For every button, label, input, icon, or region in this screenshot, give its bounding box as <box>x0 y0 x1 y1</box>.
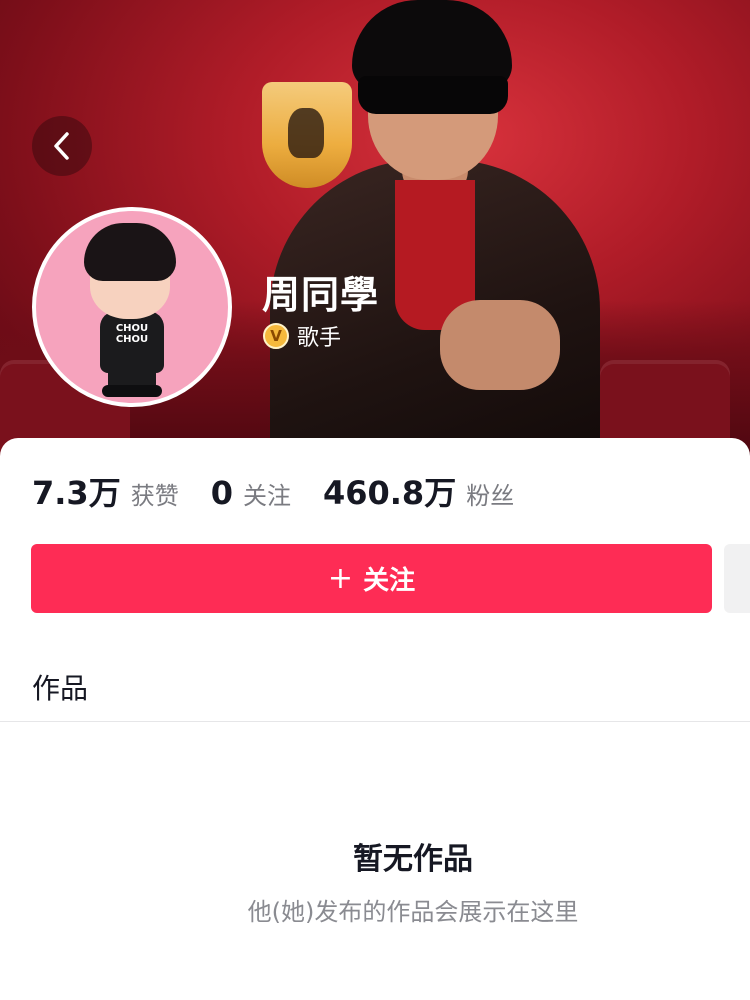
stat-following[interactable]: 0 关注 <box>211 474 291 512</box>
more-actions-button[interactable] <box>724 544 750 613</box>
avatar[interactable]: CHOU CHOU <box>32 207 232 407</box>
verified-badge-icon: V <box>263 323 289 349</box>
tab-works[interactable]: 作品 <box>32 667 88 707</box>
stat-label: 关注 <box>242 482 291 510</box>
chevron-left-icon <box>54 132 69 160</box>
follow-button[interactable]: + 关注 <box>31 544 712 613</box>
stat-likes[interactable]: 7.3万 获赞 <box>32 468 179 514</box>
stat-value: 460.8万 <box>322 474 457 512</box>
verification-row: V 歌手 <box>263 320 341 352</box>
stat-label: 粉丝 <box>466 482 515 510</box>
avatar-shirt-text: CHOU CHOU <box>115 323 149 345</box>
verification-label: 歌手 <box>297 326 342 351</box>
empty-state-title: 暂无作品 <box>353 842 473 877</box>
stat-value: 0 <box>210 474 233 512</box>
tab-divider <box>0 721 750 722</box>
plus-icon: + <box>327 560 354 596</box>
stat-followers[interactable]: 460.8万 粉丝 <box>323 468 514 514</box>
back-button[interactable] <box>32 116 92 176</box>
stat-value: 7.3万 <box>32 474 121 512</box>
stat-label: 获赞 <box>130 482 179 510</box>
empty-state-subtitle: 他(她)发布的作品会展示在这里 <box>247 898 579 926</box>
follow-label: 关注 <box>363 566 416 596</box>
profile-name: 周同學 <box>262 273 380 317</box>
banner-photo-person <box>260 0 620 460</box>
profile-stats: 7.3万 获赞 0 关注 460.8万 粉丝 <box>32 468 546 514</box>
